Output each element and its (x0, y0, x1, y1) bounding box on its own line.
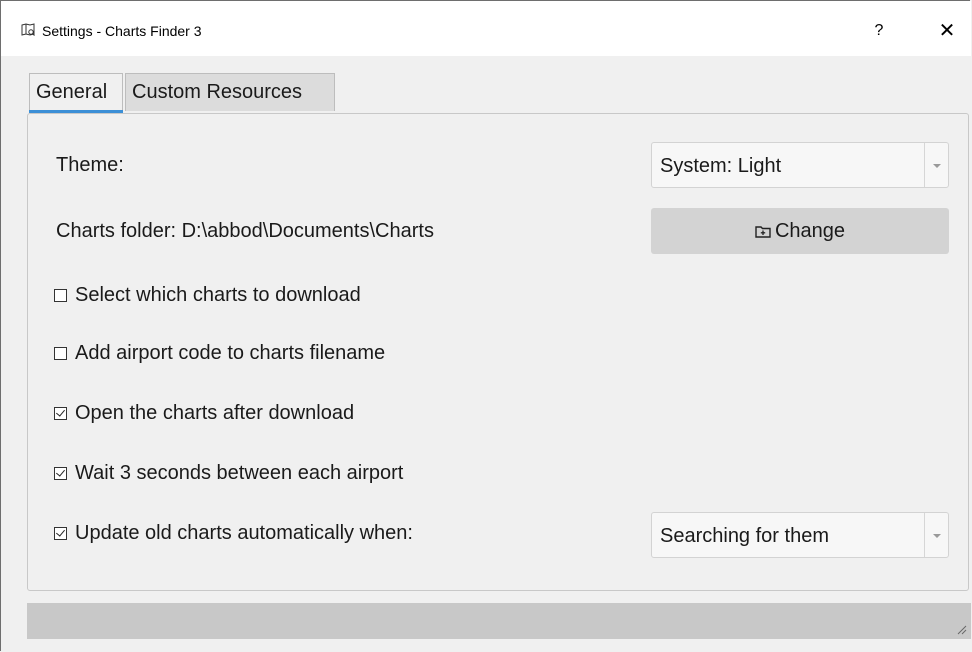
general-tab-panel: Theme: System: Light Charts folder: D:\a… (27, 113, 969, 591)
change-button-label: Change (774, 219, 846, 242)
update-old-charts-checkbox[interactable] (54, 527, 67, 540)
select-charts-label: Select which charts to download (75, 284, 361, 306)
charts-app-icon (21, 23, 35, 36)
wait-between-airports-option[interactable]: Wait 3 seconds between each airport (54, 462, 403, 485)
resize-grip-icon[interactable] (955, 623, 967, 635)
window-title: Settings - Charts Finder 3 (42, 23, 202, 39)
wait-between-airports-checkbox[interactable] (54, 467, 67, 480)
close-button[interactable]: ✕ (933, 19, 961, 43)
update-old-charts-option[interactable]: Update old charts automatically when: (54, 522, 413, 545)
tab-custom-resources[interactable]: Custom Resources (125, 73, 335, 111)
charts-folder-label: Charts folder: D:\abbod\Documents\Charts (56, 220, 434, 242)
select-charts-checkbox[interactable] (54, 289, 67, 302)
title-bar: Settings - Charts Finder 3 ? ✕ (1, 1, 971, 56)
open-after-download-label: Open the charts after download (75, 402, 355, 424)
chevron-down-icon[interactable] (924, 513, 948, 557)
update-when-select[interactable]: Searching for them (651, 512, 949, 558)
update-when-select-value: Searching for them (660, 525, 829, 547)
update-old-charts-label: Update old charts automatically when: (75, 522, 413, 544)
select-charts-option[interactable]: Select which charts to download (54, 284, 361, 307)
help-button[interactable]: ? (865, 19, 893, 43)
wait-between-airports-label: Wait 3 seconds between each airport (75, 462, 404, 484)
theme-select[interactable]: System: Light (651, 142, 949, 188)
settings-window: Settings - Charts Finder 3 ? ✕ General C… (0, 0, 971, 651)
open-after-download-checkbox[interactable] (54, 407, 67, 420)
theme-select-value: System: Light (660, 155, 782, 177)
add-airport-code-checkbox[interactable] (54, 347, 67, 360)
folder-icon (755, 225, 771, 238)
chevron-down-icon[interactable] (924, 143, 948, 187)
add-airport-code-label: Add airport code to charts filename (75, 342, 386, 364)
tab-general[interactable]: General (29, 73, 123, 113)
change-folder-button[interactable]: Change (651, 208, 949, 254)
theme-label: Theme: (56, 154, 124, 176)
add-airport-code-option[interactable]: Add airport code to charts filename (54, 342, 385, 365)
open-after-download-option[interactable]: Open the charts after download (54, 402, 354, 425)
status-bar (27, 603, 971, 639)
